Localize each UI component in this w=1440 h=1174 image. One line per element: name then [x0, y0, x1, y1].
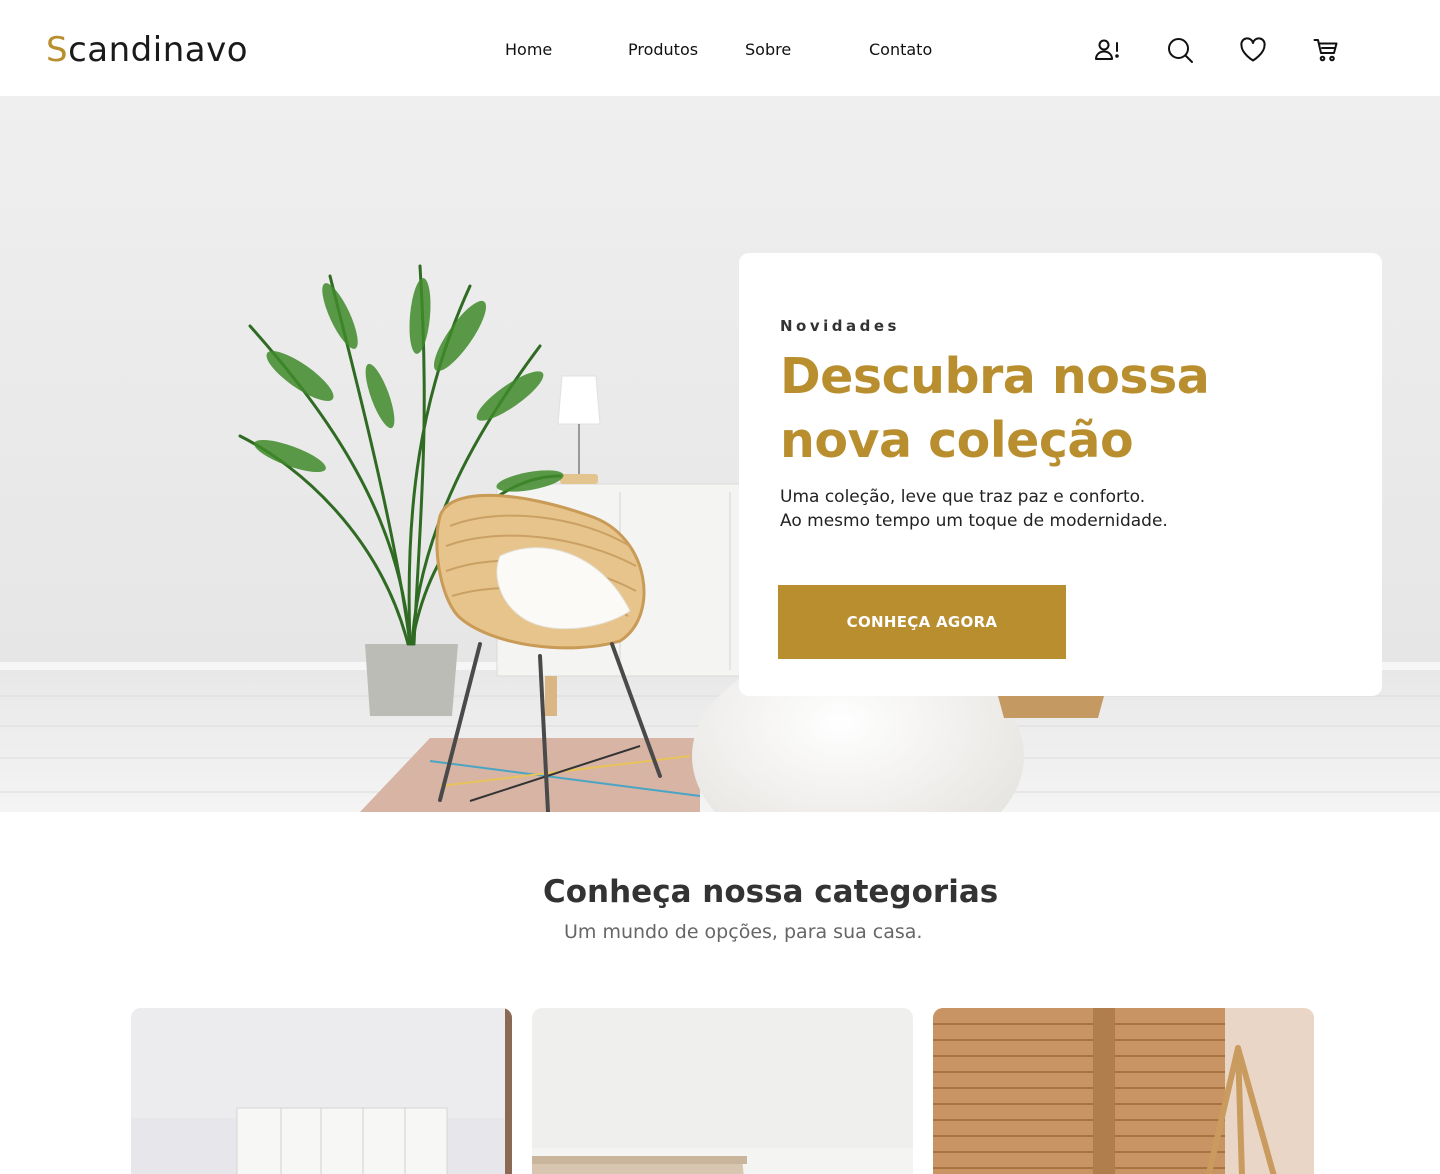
user-alert-icon[interactable] — [1091, 34, 1123, 66]
hero-card: Novidades Descubra nossa nova coleção Um… — [739, 253, 1382, 696]
category-card-1[interactable] — [131, 1008, 512, 1174]
nav-home[interactable]: Home — [505, 40, 552, 60]
heart-icon[interactable] — [1237, 34, 1269, 66]
categories-title: Conheça nossa categorias — [543, 874, 999, 910]
hero-section: Novidades Descubra nossa nova coleção Um… — [0, 96, 1440, 812]
categories-subtitle: Um mundo de opções, para sua casa. — [564, 921, 923, 943]
category-image-1 — [131, 1008, 512, 1174]
nav-contato[interactable]: Contato — [869, 40, 932, 60]
category-card-3[interactable] — [933, 1008, 1314, 1174]
brand-logo[interactable]: Scandinavo — [46, 28, 248, 72]
category-card-2[interactable] — [532, 1008, 913, 1174]
site-header: Scandinavo Home Produtos Sobre Contato — [0, 0, 1440, 96]
hero-eyebrow: Novidades — [780, 317, 900, 335]
hero-title: Descubra nossa nova coleção — [780, 348, 1210, 469]
cta-button[interactable]: CONHEÇA AGORA — [778, 585, 1066, 659]
hero-description: Uma coleção, leve que traz paz e confort… — [780, 485, 1340, 533]
hero-description-line-2: Ao mesmo tempo um toque de modernidade. — [780, 511, 1168, 531]
cart-icon[interactable] — [1310, 34, 1342, 66]
nav-sobre[interactable]: Sobre — [745, 40, 791, 60]
search-icon[interactable] — [1164, 34, 1196, 66]
category-image-3 — [933, 1008, 1314, 1174]
nav-produtos[interactable]: Produtos — [628, 40, 698, 60]
hero-description-line-1: Uma coleção, leve que traz paz e confort… — [780, 487, 1146, 507]
category-image-2 — [532, 1008, 913, 1174]
